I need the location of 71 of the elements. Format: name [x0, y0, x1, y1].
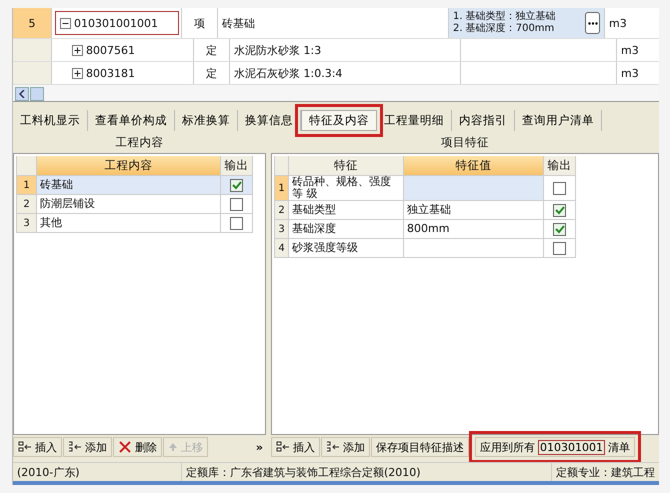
table-cell: 800mm: [404, 220, 544, 239]
toolbar-button[interactable]: 删除: [113, 437, 162, 457]
table-cell: 基础类型: [289, 201, 404, 220]
table-cell: 定: [194, 62, 230, 84]
table-cell-text: m3: [620, 42, 640, 58]
horizontal-scrollbar[interactable]: [13, 85, 659, 101]
table-cell: 010301001001: [74, 16, 158, 30]
tab[interactable]: 标准换算: [175, 110, 238, 131]
table-cell: 其他: [37, 214, 221, 233]
panel-title: 项目特征: [440, 134, 490, 151]
checkbox[interactable]: [230, 216, 243, 230]
column-header: 输出: [221, 156, 253, 176]
table-cell: 8003181: [86, 66, 135, 80]
tab[interactable]: 内容指引: [452, 110, 515, 131]
add-row-icon: [326, 441, 340, 453]
table-cell: 基础深度: [289, 220, 404, 239]
checkbox[interactable]: [553, 182, 566, 194]
column-header: 特征: [289, 156, 404, 176]
status-text: 定额专业：建筑工程: [555, 465, 656, 481]
table-cell: 防潮层铺设: [37, 195, 221, 214]
expand-toggle[interactable]: [72, 44, 83, 56]
toolbar-button[interactable]: 保存项目特征描述: [371, 437, 469, 457]
add-row-icon: [68, 441, 82, 453]
scrollbar-thumb[interactable]: [30, 87, 44, 101]
table-cell: 定: [194, 39, 230, 61]
tab[interactable]: 查看单价构成: [88, 110, 175, 131]
toolbar-button[interactable]: 添加: [63, 437, 112, 457]
table-cell: 8007561: [86, 44, 135, 56]
column-header: 特征值: [404, 156, 544, 176]
row-number: 1: [275, 176, 289, 201]
apply-button[interactable]: 应用到所有 010301001 清单: [475, 437, 635, 457]
checkbox[interactable]: [230, 198, 243, 210]
table-cell: 砖基础: [37, 176, 221, 195]
row-number: 3: [17, 214, 37, 233]
ellipsis-icon: [588, 22, 598, 24]
table-cell: 水泥防水砂浆 1:3: [230, 39, 461, 61]
table-cell: 项: [182, 8, 218, 38]
feature-line: 2. 基础深度：700mm: [453, 23, 556, 35]
row-number: 2: [17, 195, 37, 214]
column-header: 工程内容: [37, 156, 221, 176]
panel-title: 工程内容: [114, 134, 164, 151]
row-number: 4: [275, 239, 289, 258]
toolbar-button[interactable]: 添加: [321, 437, 370, 457]
delete-icon: [118, 440, 132, 454]
toolbar-button[interactable]: 插入: [13, 437, 62, 457]
tab[interactable]: 工程量明细: [377, 110, 452, 131]
more-button[interactable]: »: [252, 440, 266, 454]
insert-row-icon: [18, 441, 32, 453]
row-number: 5: [13, 8, 52, 38]
tab[interactable]: 工料机显示: [13, 110, 88, 131]
table-cell-text: m3: [620, 66, 640, 82]
checkbox[interactable]: [553, 204, 566, 216]
table-cell: 独立基础: [404, 201, 544, 220]
expand-toggle[interactable]: [72, 68, 83, 78]
checkbox[interactable]: [553, 222, 566, 236]
up-arrow-icon: [168, 442, 178, 452]
more-button[interactable]: [585, 12, 600, 34]
feature-line: 1. 基础类型：独立基础: [453, 11, 556, 22]
checkbox[interactable]: [553, 242, 566, 254]
table-cell: 砂浆强度等级: [289, 239, 404, 258]
table-cell-text: m3: [608, 16, 628, 32]
table-cell: 水泥石灰砂浆 1:0.3:4: [230, 62, 461, 84]
insert-row-icon: [276, 441, 290, 453]
toolbar-button[interactable]: 插入: [271, 437, 320, 457]
collapse-toggle[interactable]: [60, 18, 71, 28]
row-number: 1: [17, 176, 37, 195]
column-header: 输出: [544, 156, 576, 176]
checkbox[interactable]: [230, 178, 243, 192]
row-number: 2: [275, 201, 289, 220]
tab[interactable]: 查询用户清单: [515, 110, 602, 131]
row-number: 3: [275, 220, 289, 239]
